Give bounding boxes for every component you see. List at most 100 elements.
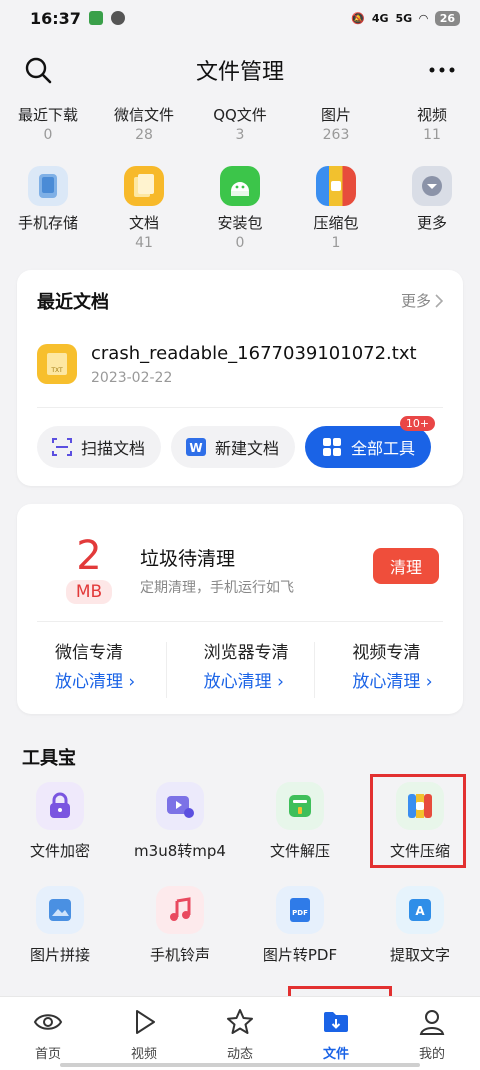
scan-label: 扫描文档 xyxy=(81,439,146,458)
wechat-clean[interactable]: 微信专清 放心清理 › xyxy=(17,638,166,698)
tool-label: 图片拼接 xyxy=(29,946,90,964)
recent-doc-item[interactable]: TXT crash_readable_1677039101072.txt 202… xyxy=(37,340,447,388)
quick-item-label: 图片 xyxy=(320,106,351,124)
new-document-button[interactable]: W 新建文档 xyxy=(171,426,296,468)
documents-icon xyxy=(124,166,164,206)
recent-docs-title: 最近文档 xyxy=(37,292,109,313)
nav-label: 首页 xyxy=(34,1047,61,1062)
doc-file-date: 2023-02-22 xyxy=(91,369,173,386)
mute-icon: 🔕 xyxy=(351,11,365,25)
archive-icon xyxy=(316,166,356,206)
play-icon xyxy=(136,1010,155,1034)
app-notification-icon xyxy=(88,11,103,25)
clean-button[interactable]: 清理 xyxy=(373,548,439,584)
junk-size: 2 MB xyxy=(53,534,125,604)
tools-section-title: 工具宝 xyxy=(22,748,76,769)
pdf-icon: PDF xyxy=(276,886,324,934)
nav-profile[interactable]: 我的 xyxy=(384,997,480,1070)
quick-item-images[interactable]: 图片 263 xyxy=(288,104,384,148)
svg-text:TXT: TXT xyxy=(50,367,63,374)
folder-icon xyxy=(324,1012,348,1032)
all-tools-button[interactable]: 全部工具 10+ xyxy=(305,416,436,468)
nav-video[interactable]: 视频 xyxy=(96,997,192,1070)
svg-text:A: A xyxy=(415,904,425,918)
doc-file-name: crash_readable_1677039101072.txt xyxy=(91,342,417,364)
quick-item-label: 视频 xyxy=(416,106,447,124)
scan-icon xyxy=(52,438,72,456)
more-options-icon[interactable] xyxy=(426,56,458,84)
home-indicator[interactable] xyxy=(60,1063,420,1067)
quick-item-label: 最近下载 xyxy=(17,106,78,124)
tool-m3u8-to-mp4[interactable]: m3u8转mp4 xyxy=(120,782,240,886)
scan-document-button[interactable]: 扫描文档 xyxy=(37,426,162,468)
tool-label: 文件加密 xyxy=(29,842,90,860)
tool-ringtone[interactable]: 手机铃声 xyxy=(120,886,240,990)
search-icon[interactable] xyxy=(24,56,52,84)
text-extract-icon: A xyxy=(396,886,444,934)
recent-docs-card: 最近文档 更多 TXT crash_readable_1677039101072… xyxy=(17,270,463,486)
browser-clean[interactable]: 浏览器专清 放心清理 › xyxy=(165,638,315,698)
star-icon xyxy=(227,1009,253,1034)
divider xyxy=(37,407,443,408)
quick-item-count: 28 xyxy=(135,127,153,143)
quick-item-label: QQ文件 xyxy=(213,106,267,124)
tool-file-unzip[interactable]: 文件解压 xyxy=(240,782,360,886)
new-doc-label: 新建文档 xyxy=(215,439,280,458)
category-archives[interactable]: 压缩包 1 xyxy=(288,166,384,256)
cleanup-subtitle: 定期清理，手机运行如飞 xyxy=(140,580,294,596)
user-icon xyxy=(419,1010,445,1035)
tool-image-stitch[interactable]: 图片拼接 xyxy=(0,886,120,990)
txt-file-icon: TXT xyxy=(37,344,77,384)
nav-files[interactable]: 文件 xyxy=(288,997,384,1070)
category-more[interactable]: 更多 xyxy=(384,166,480,256)
clean-col-action[interactable]: 放心清理 › xyxy=(352,667,463,692)
quick-item-count: 11 xyxy=(423,127,441,143)
lock-icon xyxy=(36,782,84,830)
clean-col-title: 视频专清 xyxy=(352,643,421,663)
video-clean[interactable]: 视频专清 放心清理 › xyxy=(314,638,463,698)
quick-item-count: 0 xyxy=(43,127,53,143)
notification-badge: 10+ xyxy=(399,416,436,431)
quick-item-wechat-files[interactable]: 微信文件 28 xyxy=(96,104,192,148)
quick-item-qq-files[interactable]: QQ文件 3 xyxy=(192,104,288,148)
tool-file-encrypt[interactable]: 文件加密 xyxy=(0,782,120,886)
clean-col-action[interactable]: 放心清理 › xyxy=(204,667,315,692)
quick-item-videos[interactable]: 视频 11 xyxy=(384,104,480,148)
nav-label: 视频 xyxy=(130,1047,157,1062)
nav-label: 文件 xyxy=(322,1047,349,1062)
nav-feed[interactable]: 动态 xyxy=(192,997,288,1070)
all-tools-label: 全部工具 xyxy=(351,439,416,458)
tool-label: 图片转PDF xyxy=(262,946,338,964)
android-icon xyxy=(220,166,260,206)
quick-item-count: 263 xyxy=(322,127,350,143)
tool-label: 文件解压 xyxy=(269,842,330,860)
quick-item-recent-downloads[interactable]: 最近下载 0 xyxy=(0,104,96,148)
unzip-icon xyxy=(276,782,324,830)
tool-extract-text[interactable]: A 提取文字 xyxy=(360,886,480,990)
tool-label: m3u8转mp4 xyxy=(134,842,226,860)
tool-label: 提取文字 xyxy=(389,946,450,964)
quick-access-row: 最近下载 0 微信文件 28 QQ文件 3 图片 263 视频 11 xyxy=(0,104,480,148)
tool-image-to-pdf[interactable]: PDF 图片转PDF xyxy=(240,886,360,990)
status-time: 16:37 xyxy=(30,8,81,28)
recent-docs-more-link[interactable]: 更多 xyxy=(401,290,443,311)
music-note-icon xyxy=(156,886,204,934)
clean-col-action[interactable]: 放心清理 › xyxy=(55,667,166,692)
category-count: 41 xyxy=(135,235,153,251)
category-count: 1 xyxy=(331,235,341,251)
chevron-right-icon xyxy=(435,293,443,308)
category-documents[interactable]: 文档 41 xyxy=(96,166,192,256)
battery-icon: 26 xyxy=(434,10,460,26)
category-label: 更多 xyxy=(416,214,447,232)
signal-5g-icon: 5G xyxy=(395,11,413,25)
category-label: 安装包 xyxy=(217,214,263,232)
clean-col-title: 浏览器专清 xyxy=(203,643,289,663)
category-apk[interactable]: 安装包 0 xyxy=(192,166,288,256)
nav-home[interactable]: 首页 xyxy=(0,997,96,1070)
cleanup-title: 垃圾待清理 xyxy=(140,548,236,570)
cleanup-card: 2 MB 垃圾待清理 定期清理，手机运行如飞 清理 微信专清 放心清理 › 浏览… xyxy=(17,504,463,714)
category-phone-storage[interactable]: 手机存储 xyxy=(0,166,96,256)
phone-storage-icon xyxy=(28,166,68,206)
category-label: 文档 xyxy=(128,214,159,232)
bottom-nav: 首页 视频 动态 文件 我的 xyxy=(0,996,480,1070)
